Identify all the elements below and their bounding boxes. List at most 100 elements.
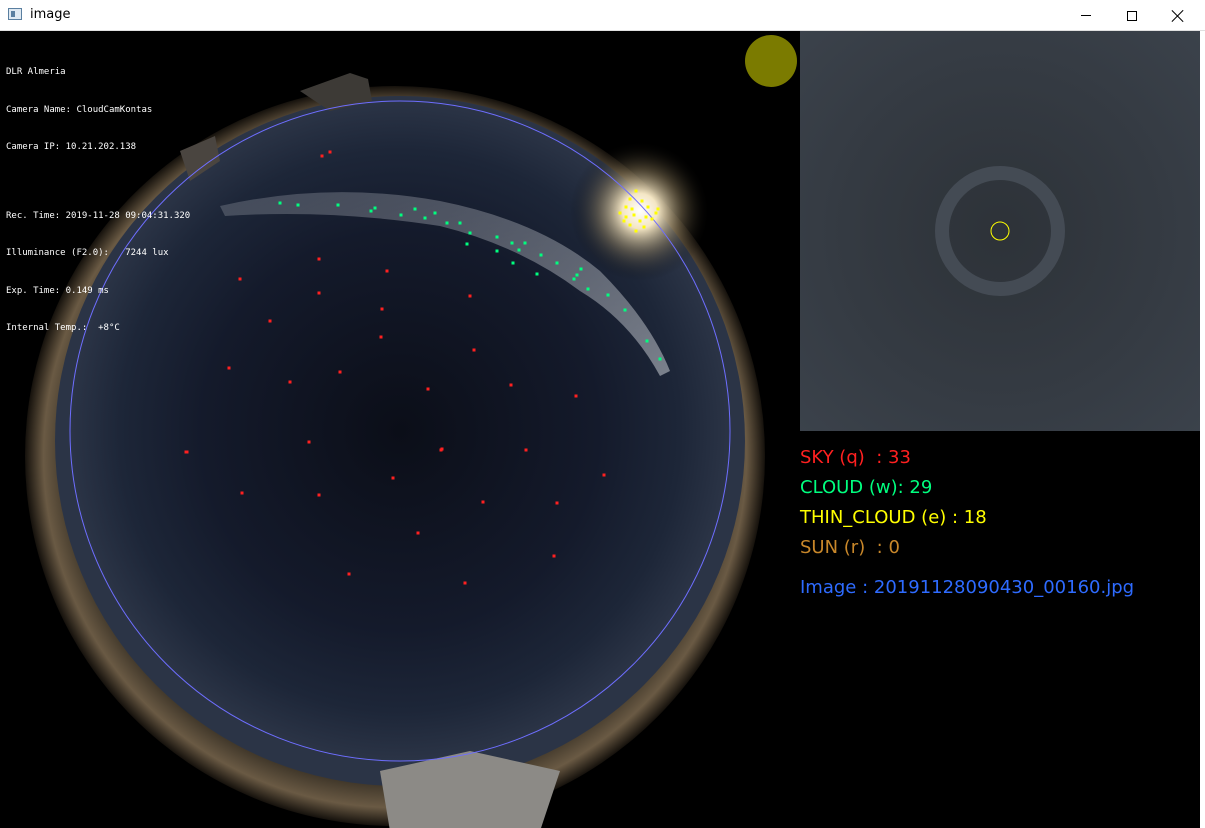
- thin-cloud-point: [628, 197, 632, 201]
- sky-point: [328, 150, 332, 154]
- sky-point: [317, 257, 321, 261]
- sky-point: [509, 383, 513, 387]
- cloud-point: [555, 261, 559, 265]
- sky-point: [338, 370, 342, 374]
- sky-point: [426, 387, 430, 391]
- cloud-point: [623, 308, 627, 312]
- thin-cloud-point: [656, 207, 660, 211]
- cloud-point: [495, 235, 499, 239]
- cloud-point: [413, 207, 417, 211]
- thin-cloud-point: [618, 211, 622, 215]
- sky-point: [379, 335, 383, 339]
- cloud-point: [278, 201, 282, 205]
- maximize-icon: [1127, 10, 1137, 21]
- cloud-point: [511, 261, 515, 265]
- thin-cloud-point: [646, 205, 650, 209]
- maximize-button[interactable]: [1109, 0, 1155, 31]
- cloud-point: [572, 277, 576, 281]
- window-right-edge: [1200, 31, 1205, 828]
- sky-point: [240, 491, 244, 495]
- sky-point: [472, 348, 476, 352]
- thin-cloud-point: [638, 219, 642, 223]
- sky-point: [463, 581, 467, 585]
- cloud-point: [423, 216, 427, 220]
- cloud-point: [458, 221, 462, 225]
- sky-point: [439, 448, 443, 452]
- title-bar: image: [0, 0, 1205, 31]
- cloud-point: [539, 253, 543, 257]
- thin-cloud-point: [644, 215, 648, 219]
- thin-cloud-point: [624, 205, 628, 209]
- thin-cloud-point: [628, 223, 632, 227]
- cloud-point: [495, 249, 499, 253]
- legend-thin-cloud: THIN_CLOUD (e) : 18: [800, 507, 987, 528]
- thin-cloud-point: [630, 207, 634, 211]
- minimize-icon: [1081, 15, 1091, 16]
- cloud-point: [433, 211, 437, 215]
- cloud-point: [373, 206, 377, 210]
- thin-cloud-point: [632, 213, 636, 217]
- cloud-point: [523, 241, 527, 245]
- thin-cloud-point: [624, 215, 628, 219]
- legend-sky: SKY (q) : 33: [800, 447, 911, 468]
- cloud-point: [445, 221, 449, 225]
- cloud-point: [296, 203, 300, 207]
- cloud-point: [535, 272, 539, 276]
- thin-cloud-point: [650, 217, 654, 221]
- cloud-point: [510, 241, 514, 245]
- legend-cloud: CLOUD (w): 29: [800, 477, 933, 498]
- cloud-point: [645, 339, 649, 343]
- minimize-button[interactable]: [1063, 0, 1109, 31]
- cloud-point: [586, 287, 590, 291]
- overlay-line: Rec. Time: 2019-11-28 09:04:31.320: [6, 210, 191, 221]
- thin-cloud-point: [634, 229, 638, 233]
- close-button[interactable]: [1155, 0, 1201, 31]
- sky-point: [602, 473, 606, 477]
- cloud-point: [606, 293, 610, 297]
- image-filename: Image : 20191128090430_00160.jpg: [800, 577, 1135, 598]
- legend-sun: SUN (r) : 0: [800, 537, 900, 558]
- sky-point: [288, 380, 292, 384]
- thin-cloud-point: [640, 199, 644, 203]
- close-icon: [1172, 10, 1184, 22]
- cloud-point: [336, 203, 340, 207]
- sky-point: [317, 493, 321, 497]
- sky-point: [524, 448, 528, 452]
- sky-point: [468, 294, 472, 298]
- sky-point: [317, 291, 321, 295]
- sky-point: [416, 531, 420, 535]
- label-legend: SKY (q) : 33 CLOUD (w): 29 THIN_CLOUD (e…: [800, 443, 1134, 603]
- overlay-line: Internal Temp.: +8°C: [6, 323, 120, 333]
- zoom-cursor-marker: [990, 221, 1010, 241]
- thin-cloud-point: [654, 211, 658, 215]
- sky-point: [555, 501, 559, 505]
- sky-point: [574, 394, 578, 398]
- sky-point: [391, 476, 395, 480]
- cloud-point: [575, 273, 579, 277]
- sky-point: [552, 554, 556, 558]
- zoom-ring: [935, 166, 1065, 296]
- sky-point: [307, 440, 311, 444]
- sky-point: [184, 450, 188, 454]
- overlay-line: Illuminance (F2.0): 7244 lux: [6, 248, 169, 258]
- cloud-point: [579, 267, 583, 271]
- sun-indicator-circle: [745, 35, 797, 87]
- window-title: image: [30, 7, 71, 22]
- cloud-point: [468, 231, 472, 235]
- overlay-line: DLR Almeria: [6, 67, 66, 77]
- overlay-line: Exp. Time: 0.149 ms: [6, 285, 109, 296]
- camera-info-overlay: DLR Almeria Camera Name: CloudCamKontas …: [6, 41, 190, 360]
- thin-cloud-point: [634, 189, 638, 193]
- zoom-preview-panel: [800, 31, 1200, 431]
- sky-point: [227, 366, 231, 370]
- image-canvas[interactable]: DLR Almeria Camera Name: CloudCamKontas …: [0, 31, 1200, 828]
- sky-point: [268, 319, 272, 323]
- sky-point: [385, 269, 389, 273]
- sky-point: [380, 307, 384, 311]
- sky-point: [320, 154, 324, 158]
- cloud-point: [658, 357, 662, 361]
- sky-point: [238, 277, 242, 281]
- overlay-line: Camera Name: CloudCamKontas: [6, 104, 153, 115]
- sky-point: [481, 500, 485, 504]
- thin-cloud-point: [622, 219, 626, 223]
